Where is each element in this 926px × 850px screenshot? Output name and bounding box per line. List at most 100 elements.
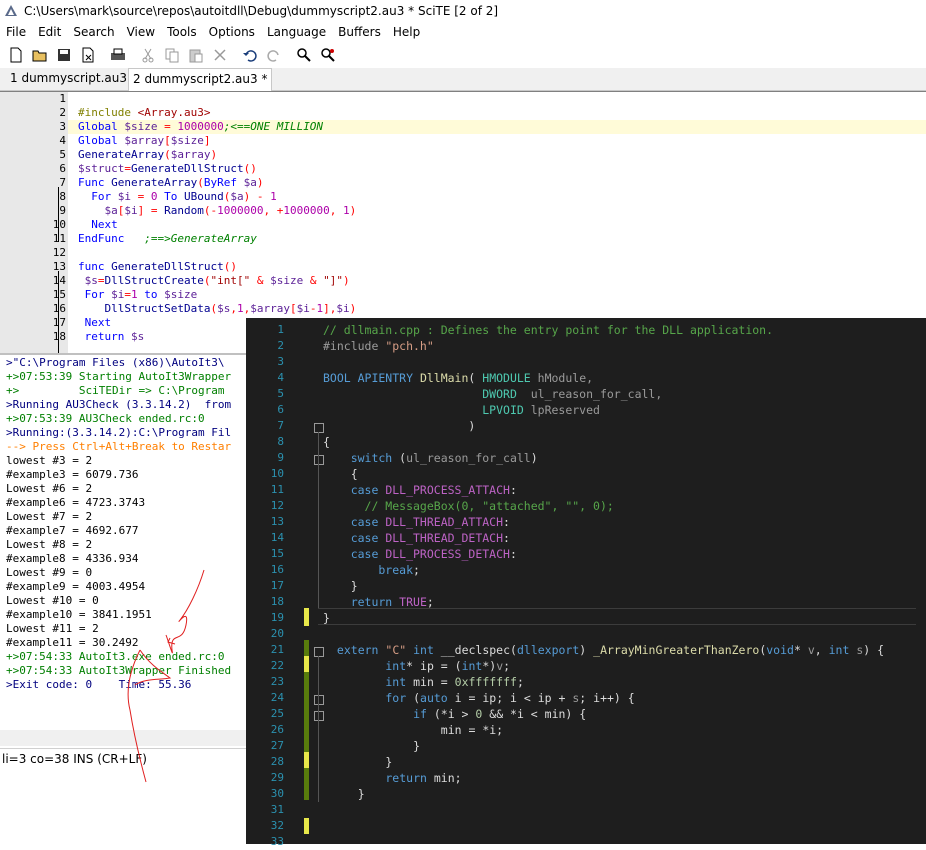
vs-line-number: 5 — [277, 387, 284, 400]
delete-icon[interactable] — [212, 47, 228, 63]
fold-toggle-icon[interactable] — [314, 423, 324, 433]
vs-code-token: ) — [323, 419, 476, 433]
code-token: 1000000 — [217, 204, 264, 217]
code-token: $array — [170, 148, 211, 161]
print-icon[interactable] — [110, 47, 126, 63]
code-line: $s=DllStructCreate("int[" & $size & "]") — [78, 274, 350, 288]
vs-line-number: 8 — [277, 435, 284, 448]
new-file-icon[interactable] — [8, 47, 24, 63]
visual-studio-editor[interactable]: 1 2 3 4 5 6 7 8 9 10 11 12 13 14 15 16 17 18 19 20 21 22 23 24 2… — [246, 318, 926, 848]
copy-icon[interactable] — [164, 47, 180, 63]
fold-line — [58, 271, 59, 354]
vs-code-token: // MessageBox(0, "attached", "", 0); — [323, 499, 614, 513]
vs-line-number: 11 — [270, 483, 284, 496]
find-icon[interactable] — [296, 47, 312, 63]
vs-code-token: ) — [530, 451, 538, 465]
code-line: Next — [78, 218, 118, 232]
vs-code-token: min = *i; — [330, 723, 504, 737]
code-token: $a — [230, 190, 244, 203]
window-title: C:\Users\mark\source\repos\autoitdll\Deb… — [24, 4, 499, 18]
menu-language[interactable]: Language — [261, 22, 332, 42]
vs-code-line: for (auto i = ip; i < ip + s; i++) { — [330, 690, 635, 706]
vs-code-token: void — [766, 643, 794, 657]
title-bar: C:\Users\mark\source\repos\autoitdll\Deb… — [0, 0, 926, 22]
undo-icon[interactable] — [242, 47, 258, 63]
code-token: ;==>GenerateArray — [124, 232, 257, 245]
output-line: #example6 = 4723.3743 — [6, 496, 146, 509]
output-line: Lowest #6 = 2 — [6, 482, 93, 495]
line-number: 3 — [59, 120, 66, 133]
replace-icon[interactable] — [320, 47, 336, 63]
code-token: GenerateArray — [111, 176, 198, 189]
menu-edit[interactable]: Edit — [32, 22, 67, 42]
vs-code-token: (*i > — [433, 707, 476, 721]
menu-search[interactable]: Search — [67, 22, 120, 42]
code-token: $s — [217, 302, 231, 315]
vs-code-token: : — [503, 515, 510, 529]
vs-code-token: case — [323, 547, 386, 561]
fold-toggle-icon[interactable] — [314, 695, 324, 705]
vs-code-token: ; i++) { — [579, 691, 635, 705]
vs-code-token: case — [323, 483, 386, 497]
tab-dummyscript2[interactable]: 2 dummyscript2.au3 * — [128, 68, 273, 91]
line-number: 13 — [52, 260, 66, 273]
line-number: 7 — [59, 176, 66, 189]
scite-editor[interactable]: 1 2 3 4 5 6 7 8 9 10 11 12 13 14 15 16 17 18 #include <Arr… — [0, 91, 926, 354]
line-number: 10 — [52, 218, 66, 231]
vs-code-token: case — [323, 515, 386, 529]
close-file-icon[interactable] — [80, 47, 96, 63]
tab-dummyscript[interactable]: 1 dummyscript.au3 * — [6, 68, 141, 89]
vs-code-token: dllexport — [516, 643, 580, 657]
code-token: ) — [349, 204, 357, 217]
vs-code-token: int — [330, 675, 414, 689]
fold-toggle-icon[interactable] — [314, 711, 324, 721]
code-token: ], — [323, 302, 337, 315]
vs-line-number: 7 — [277, 419, 284, 432]
line-number: 17 — [52, 316, 66, 329]
code-token: $i — [296, 302, 310, 315]
vs-code-token: int — [828, 643, 857, 657]
vs-code-token: ul_reason_for_call, — [516, 387, 663, 401]
code-token: (- — [203, 204, 218, 217]
menu-bar: File Edit Search View Tools Options Language Bu… — [0, 22, 926, 42]
vs-code-token: BOOL APIENTRY — [323, 371, 420, 385]
vs-code-line: BOOL APIENTRY DllMain( HMODULE hModule, — [323, 370, 593, 386]
change-marker — [304, 752, 309, 768]
redo-icon[interactable] — [266, 47, 282, 63]
vs-code-token: ) { — [863, 643, 885, 657]
vs-code-token: // dllmain.cpp : Defines the entry point… — [323, 323, 774, 337]
fold-toggle-icon[interactable] — [314, 647, 324, 657]
line-number: 16 — [52, 302, 66, 315]
menu-help[interactable]: Help — [387, 22, 426, 42]
save-icon[interactable] — [56, 47, 72, 63]
fold-toggle-icon[interactable] — [314, 455, 324, 465]
vs-code-token: int — [461, 659, 483, 673]
vs-code-token: } — [330, 755, 393, 769]
menu-file[interactable]: File — [0, 22, 32, 42]
vs-code-line: int min = 0xfffffff; — [330, 674, 524, 690]
menu-options[interactable]: Options — [203, 22, 261, 42]
code-token: $array — [250, 302, 290, 315]
code-token: [ — [289, 302, 297, 315]
menu-buffers[interactable]: Buffers — [332, 22, 387, 42]
open-folder-icon[interactable] — [32, 47, 48, 63]
code-token: = — [157, 120, 178, 133]
output-line: >Running:(3.3.14.2):C:\Program Fil — [6, 426, 232, 439]
vs-line-number: 6 — [277, 403, 284, 416]
menu-view[interactable]: View — [121, 22, 161, 42]
vs-code-line: DWORD ul_reason_for_call, — [323, 386, 662, 402]
code-token: $i — [117, 190, 131, 203]
paste-icon[interactable] — [188, 47, 204, 63]
output-line: #example3 = 6079.736 — [6, 468, 139, 481]
vs-code-token: : — [509, 547, 517, 561]
code-token: () — [243, 162, 257, 175]
vs-line-number: 12 — [270, 499, 284, 512]
code-token: $size — [270, 274, 304, 287]
vs-line-number: 1 — [277, 323, 284, 336]
output-line: --> Press Ctrl+Alt+Break to Restar — [6, 440, 232, 453]
menu-tools[interactable]: Tools — [161, 22, 203, 42]
cut-icon[interactable] — [140, 47, 156, 63]
code-token: ) — [349, 302, 357, 315]
vs-code-line: min = *i; — [330, 722, 503, 738]
vs-code-line: return min; — [330, 770, 461, 786]
